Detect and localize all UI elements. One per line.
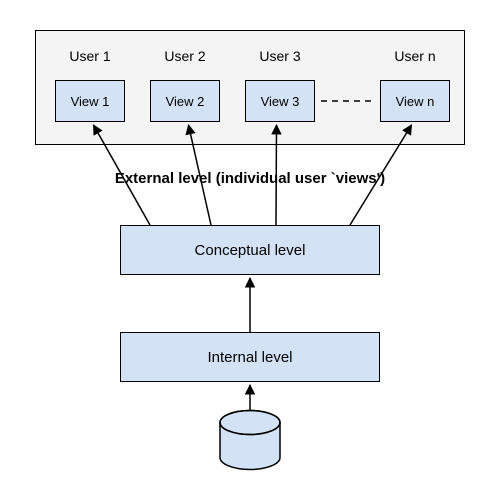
diagram-stage: User 1 View 1 User 2 View 2 User 3 View 3 User… <box>0 0 500 500</box>
internal-level-box: Internal level <box>120 332 380 382</box>
external-level-title: External level (individual user `views') <box>115 170 385 187</box>
user-label: User 2 <box>164 48 205 64</box>
view-box: View 3 <box>245 80 315 122</box>
view-box: View 1 <box>55 80 125 122</box>
user-label: User 1 <box>69 48 110 64</box>
conceptual-level-label: Conceptual level <box>195 242 306 259</box>
view-box: View n <box>380 80 450 122</box>
user-label: User n <box>394 48 435 64</box>
internal-level-label: Internal level <box>207 349 292 366</box>
user-label: User 3 <box>259 48 300 64</box>
view-box: View 2 <box>150 80 220 122</box>
conceptual-level-box: Conceptual level <box>120 225 380 275</box>
